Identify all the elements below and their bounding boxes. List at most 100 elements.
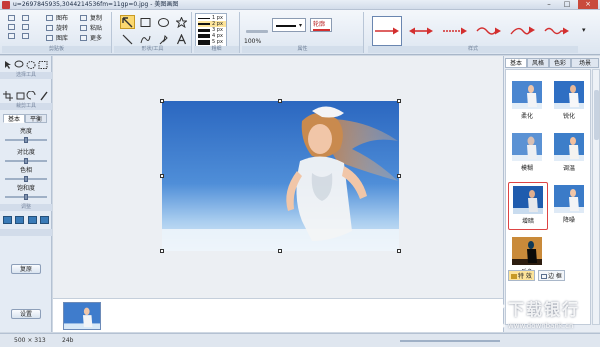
property-group-title: 属性: [242, 46, 363, 53]
border-button[interactable]: 边 框: [538, 270, 565, 281]
contrast-thumb[interactable]: [24, 158, 28, 164]
edited-photo[interactable]: [162, 101, 399, 251]
effect-item[interactable]: 调温: [550, 130, 590, 178]
opacity-slider[interactable]: [246, 30, 268, 33]
resize-handle-sw[interactable]: [160, 249, 164, 253]
new-icon[interactable]: [8, 15, 15, 21]
settings-button[interactable]: 设置: [11, 309, 41, 319]
ellipse-tool-button[interactable]: [156, 15, 171, 29]
outline-color-picker[interactable]: 轮廓: [310, 18, 332, 32]
contrast-slider[interactable]: [5, 158, 47, 164]
zoom-slider[interactable]: [400, 340, 500, 342]
effect-item[interactable]: 柔化: [508, 78, 548, 126]
close-button[interactable]: ×: [578, 0, 598, 9]
curve-tool-button[interactable]: [138, 32, 153, 46]
auto-contrast-icon[interactable]: [27, 216, 37, 224]
thumbnail-item[interactable]: [63, 302, 101, 330]
arrow-tool-button[interactable]: [120, 15, 135, 29]
minimize-button[interactable]: –: [540, 0, 558, 9]
rotate-icon[interactable]: [26, 90, 36, 100]
effect-label: 降噪: [562, 217, 575, 224]
hue-slider[interactable]: [5, 176, 47, 182]
effect-item-selected[interactable]: 增暗: [508, 182, 548, 230]
effects-icon: [511, 274, 517, 279]
arrow-style-5[interactable]: [508, 16, 538, 46]
effect-item[interactable]: 模糊: [508, 130, 548, 178]
resize-handle-nw[interactable]: [160, 99, 164, 103]
brush-icon[interactable]: [40, 91, 48, 101]
print-icon[interactable]: [22, 33, 29, 39]
gallery-button[interactable]: 图库: [56, 35, 68, 42]
image-dimensions: 500 × 313: [14, 337, 46, 344]
lasso-icon[interactable]: [14, 60, 24, 68]
saturation-slider[interactable]: [5, 194, 47, 200]
ellipse-select-icon[interactable]: [26, 61, 36, 69]
brightness-slider[interactable]: [5, 137, 47, 143]
more-button[interactable]: 更多: [90, 35, 102, 42]
auto-fix-icon[interactable]: [3, 216, 12, 224]
line-style-picker[interactable]: ▾: [272, 18, 306, 32]
resize-handle-s[interactable]: [278, 249, 282, 253]
zigzag-arrow-icon: [544, 27, 569, 35]
text-tool-button[interactable]: [174, 32, 189, 46]
effects-scrollbar[interactable]: [592, 69, 600, 325]
ellipse-icon: [158, 17, 169, 27]
copy-button[interactable]: 复制: [90, 15, 102, 22]
canvas-area[interactable]: [53, 56, 503, 298]
property-group: 100% ▾ 轮廓 属性: [242, 12, 364, 53]
arrow-style-3[interactable]: [440, 16, 470, 46]
resize-handle-w[interactable]: [160, 174, 164, 178]
resize-icon[interactable]: [16, 92, 25, 100]
arrow-style-4[interactable]: [474, 16, 504, 46]
effect-thumbnail: [513, 186, 543, 214]
star-tool-button[interactable]: [174, 15, 189, 29]
quick-actions-title: [0, 229, 52, 236]
pointer-icon[interactable]: [5, 61, 11, 69]
tab-basic[interactable]: 基本: [3, 114, 25, 123]
brightness-thumb[interactable]: [24, 137, 28, 143]
effect-thumbnail: [554, 81, 584, 109]
arrow-style-2[interactable]: [406, 16, 436, 46]
style-expand-icon[interactable]: ▾: [582, 26, 586, 34]
open-icon[interactable]: [8, 24, 15, 30]
line-width-5[interactable]: 5 px: [198, 39, 226, 45]
hue-thumb[interactable]: [24, 176, 28, 182]
resize-handle-n[interactable]: [278, 99, 282, 103]
undo-icon[interactable]: [22, 15, 29, 21]
reset-button[interactable]: 复原: [11, 264, 41, 274]
effect-item[interactable]: 降噪: [550, 182, 590, 230]
effect-thumbnail: [554, 185, 584, 213]
maximize-button[interactable]: □: [558, 0, 576, 9]
saturation-thumb[interactable]: [24, 194, 28, 200]
arrow-style-6[interactable]: [542, 16, 572, 46]
right-panel: 基本 风格 色彩 场景 柔化 锐化 模糊 调温 增暗 降噪 特 效 边 框: [503, 56, 600, 332]
save-icon[interactable]: [8, 33, 15, 39]
line-tool-button[interactable]: [120, 32, 135, 46]
resize-handle-e[interactable]: [397, 174, 401, 178]
rotate-button[interactable]: 旋转: [56, 25, 68, 32]
tab-effects-basic[interactable]: 基本: [505, 58, 527, 68]
rect-select-icon[interactable]: [38, 61, 48, 69]
tab-effects-scene[interactable]: 场景: [571, 58, 599, 68]
copy-icon: [80, 15, 87, 21]
arrow-style-1[interactable]: [372, 16, 402, 46]
scrollbar-thumb[interactable]: [594, 90, 599, 140]
crop-icon[interactable]: [3, 91, 13, 101]
arrow-right-icon: [375, 27, 399, 35]
effects-button[interactable]: 特 效: [508, 270, 535, 281]
canvas-button[interactable]: 图布: [56, 15, 68, 22]
rectangle-tool-button[interactable]: [138, 15, 153, 29]
line-width-list[interactable]: 1 px 2 px 3 px 4 px 5 px: [195, 13, 227, 47]
resize-handle-se[interactable]: [397, 249, 401, 253]
redo-icon[interactable]: [22, 24, 29, 30]
effect-item[interactable]: 锐化: [550, 78, 590, 126]
effect-label: 锐化: [562, 113, 575, 120]
resize-handle-ne[interactable]: [397, 99, 401, 103]
auto-color-icon[interactable]: [15, 216, 25, 224]
tab-balance[interactable]: 平衡: [25, 114, 47, 123]
auto-level-icon[interactable]: [39, 216, 49, 224]
tab-effects-color[interactable]: 色彩: [549, 58, 571, 68]
eyedropper-tool-button[interactable]: [156, 32, 171, 46]
tab-effects-style[interactable]: 风格: [527, 58, 549, 68]
paste-button[interactable]: 粘贴: [90, 25, 102, 32]
